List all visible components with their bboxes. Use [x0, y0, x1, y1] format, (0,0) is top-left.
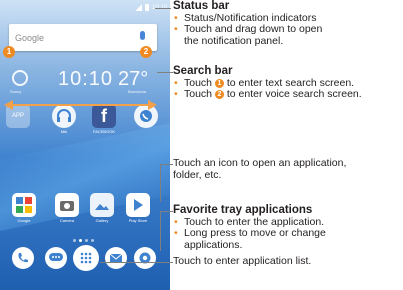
camera-app-icon[interactable] — [55, 193, 79, 217]
weather-location: Barcelona — [128, 89, 147, 94]
play-store-icon — [134, 199, 143, 211]
signal-icon — [134, 4, 142, 11]
temperature-widget[interactable]: 27° — [118, 68, 148, 91]
status-bar[interactable]: 10:10 — [0, 0, 170, 15]
weather-sun-icon — [12, 70, 28, 86]
icon-annotation-line-1: Touch an icon to open an application, — [173, 157, 347, 169]
play-store-app-icon[interactable] — [126, 193, 150, 217]
battery-icon — [144, 4, 149, 11]
leader-search — [157, 72, 173, 73]
search-b2-num: 2 — [214, 90, 224, 99]
phone-app-icon[interactable] — [12, 247, 34, 269]
leader-favorite — [160, 211, 173, 212]
headphones-icon — [57, 109, 71, 122]
phone-handset-icon — [18, 253, 28, 263]
row2-label-2: Camera — [59, 218, 75, 223]
search-bar[interactable]: Google — [9, 24, 157, 51]
row2-label-4: Play Store — [128, 218, 148, 223]
favorite-bullet-2: Long press to move or change — [173, 227, 326, 240]
status-bar-bullet-2-cont: the notification panel. — [184, 34, 284, 47]
row1-label-2: Mtk — [60, 129, 68, 134]
favorite-tray — [0, 245, 170, 290]
callout-number-1: 1 — [3, 46, 15, 58]
search-label: Google — [15, 33, 45, 43]
browser-app-icon[interactable] — [134, 247, 156, 269]
weather-condition: Sunny — [10, 89, 22, 94]
folder-grid-icon — [16, 197, 32, 213]
gallery-icon — [95, 204, 109, 210]
status-bar-title: Status bar — [173, 0, 230, 12]
messaging-app-icon[interactable] — [45, 247, 67, 269]
icon-annotation: Touch an icon to open an application, fo… — [173, 157, 347, 181]
leader-status — [155, 8, 171, 9]
app-grid-icon — [80, 252, 92, 264]
leader-icon — [160, 164, 173, 165]
search-b1-num: 1 — [214, 78, 224, 88]
headphones-app-icon[interactable] — [52, 104, 76, 128]
page-dot-active — [79, 239, 82, 242]
phone-bubble-icon — [140, 110, 152, 122]
status-bar-bullet-2: Touch and drag down to open — [173, 23, 322, 36]
search-bar-bullet-2: Touch 2 to enter voice search screen. — [173, 88, 362, 101]
search-bar-annotation: Search bar Touch 1 to enter text search … — [173, 65, 362, 101]
page-dot — [91, 239, 94, 242]
search-b1-pre: Touch — [184, 76, 215, 89]
facebook-icon: f — [101, 105, 107, 126]
leader-applist — [100, 262, 173, 263]
microphone-icon[interactable] — [140, 31, 145, 40]
camera-icon — [60, 201, 74, 211]
row1-label-3: FACEBOOK — [92, 129, 115, 134]
callout-number-2: 2 — [140, 46, 152, 58]
page-dot — [85, 239, 88, 242]
phone-screen: 10:10 Google 1 2 Sunny 10:10 27° Barcelo… — [0, 0, 170, 290]
favorite-bullet-2-cont: applications. — [184, 238, 243, 251]
clock-widget[interactable]: 10:10 — [58, 68, 113, 91]
swipe-right-arrow-icon — [148, 100, 157, 110]
row2-label-1: Google — [17, 218, 31, 223]
gallery-app-icon[interactable] — [90, 193, 114, 217]
status-bar-annotation: Status bar Status/Notification indicator… — [173, 0, 322, 47]
page-dot — [73, 239, 76, 242]
app-list-annotation: Touch to enter application list. — [173, 255, 312, 267]
row2-label-3: Gallery — [95, 218, 109, 223]
message-bubble-icon — [49, 253, 63, 261]
swipe-line — [10, 104, 150, 106]
icon-annotation-line-2: folder, etc. — [173, 168, 222, 181]
page-indicator — [73, 239, 94, 242]
app-list-button[interactable] — [73, 245, 99, 271]
leader-icon-vertical — [160, 164, 161, 202]
leader-favorite-vertical — [160, 211, 161, 251]
favorite-title: Favorite tray applications — [173, 204, 313, 216]
facebook-app-icon[interactable]: f — [92, 104, 116, 128]
search-b2-pre: Touch — [184, 88, 215, 100]
swipe-left-arrow-icon — [4, 100, 13, 110]
email-app-icon[interactable] — [105, 247, 127, 269]
google-folder-icon[interactable] — [12, 193, 36, 217]
app-folder-label: APP — [11, 113, 24, 119]
search-b2-post: to enter voice search screen. — [223, 88, 362, 100]
search-b1-post: to enter text search screen. — [223, 76, 355, 89]
favorite-annotation: Favorite tray applications Touch to ente… — [173, 204, 326, 251]
